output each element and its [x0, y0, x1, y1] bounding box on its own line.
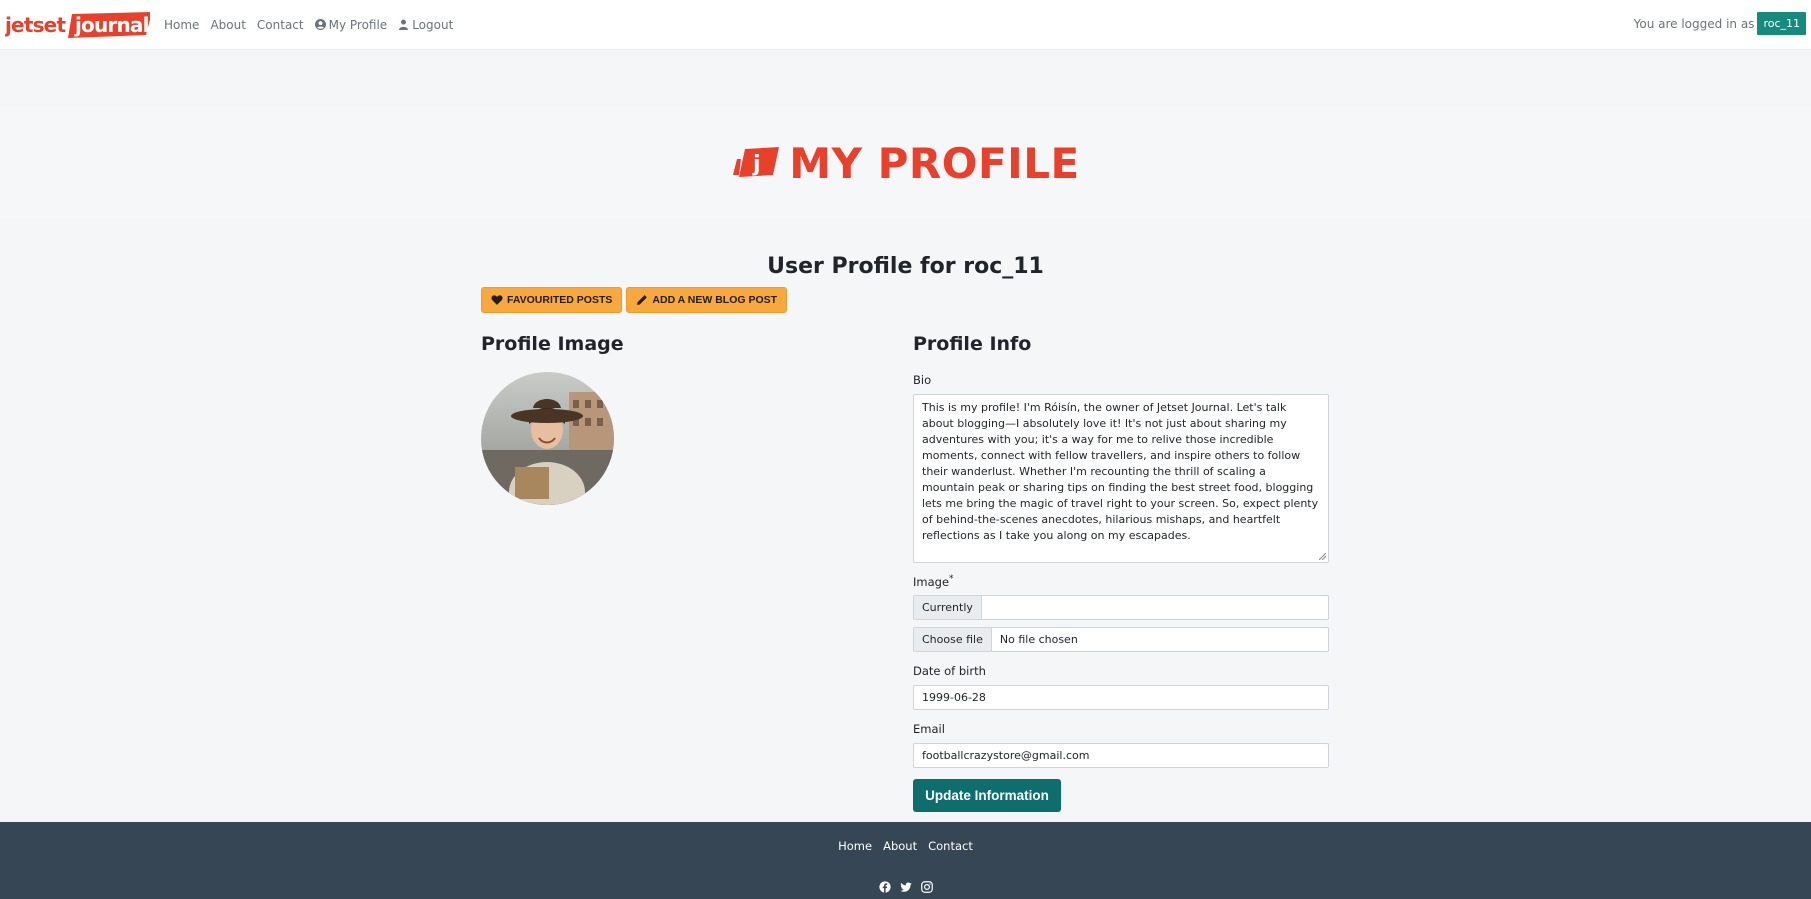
nav-home-label: Home — [164, 17, 200, 32]
login-text: You are logged in as — [1633, 16, 1755, 31]
login-status: You are logged in as roc_11 — [1634, 12, 1806, 35]
choose-file-button[interactable]: Choose file — [914, 628, 992, 651]
brand-mark-icon: j — [733, 147, 780, 177]
navbar: jetset journal Home About Contact My Pro… — [0, 0, 1811, 50]
footer-home-link[interactable]: Home — [838, 839, 872, 853]
user-icon — [399, 19, 409, 30]
required-mark: * — [949, 574, 954, 584]
avatar — [481, 372, 614, 505]
resize-grip-icon[interactable] — [1319, 553, 1326, 560]
user-circle-icon — [314, 19, 326, 30]
heart-icon — [491, 295, 503, 305]
page-title: User Profile for roc_11 — [767, 254, 1044, 279]
favourited-posts-button[interactable]: FAVOURITED POSTS — [481, 287, 623, 313]
dob-label: Date of birth — [913, 664, 986, 678]
profile-info-title: Profile Info — [913, 333, 1032, 355]
current-image-value[interactable] — [982, 596, 1328, 619]
username-badge: roc_11 — [1757, 12, 1806, 35]
footer-contact-link[interactable]: Contact — [928, 839, 973, 853]
nav-contact-label: Contact — [256, 17, 304, 32]
brand-logo[interactable]: jetset journal — [5, 10, 150, 40]
nav-about[interactable]: About — [210, 18, 245, 32]
footer: Home About Contact — [0, 822, 1811, 899]
svg-text:journal: journal — [74, 13, 149, 37]
bio-text: This is my profile! I'm Róisín, the owne… — [922, 401, 1319, 542]
currently-addon: Currently — [914, 596, 982, 619]
footer-about-link[interactable]: About — [883, 839, 917, 853]
dob-input[interactable]: 1999-06-28 — [913, 685, 1329, 710]
facebook-icon[interactable] — [878, 881, 891, 893]
image-label: Image* — [913, 574, 954, 589]
nav-my-profile-label: My Profile — [328, 17, 388, 32]
update-information-button[interactable]: Update Information — [913, 779, 1061, 812]
file-status-text: No file chosen — [999, 633, 1078, 646]
nav-my-profile[interactable]: My Profile — [314, 17, 388, 32]
brand-mark-letter: j — [752, 152, 761, 177]
email-label: Email — [913, 722, 945, 736]
bio-label: Bio — [913, 373, 932, 387]
favourited-posts-label: FAVOURITED POSTS — [507, 294, 613, 306]
current-image-field: Currently — [913, 595, 1329, 620]
nav-about-label: About — [210, 17, 246, 32]
nav-logout[interactable]: Logout — [398, 18, 453, 32]
pencil-icon — [637, 295, 648, 305]
hero-title: MY PROFILE — [789, 138, 1080, 188]
nav-home[interactable]: Home — [164, 18, 199, 32]
instagram-icon[interactable] — [920, 881, 933, 893]
add-blog-post-button[interactable]: ADD A NEW BLOG POST — [626, 287, 788, 313]
nav-contact[interactable]: Contact — [257, 18, 304, 32]
nav-logout-label: Logout — [412, 17, 454, 32]
hero-banner: j MY PROFILE — [0, 107, 1811, 219]
bio-textarea[interactable]: This is my profile! I'm Róisín, the owne… — [913, 394, 1329, 563]
image-label-text: Image — [913, 574, 950, 589]
svg-text:jetset: jetset — [5, 13, 66, 37]
profile-image-title: Profile Image — [481, 333, 624, 355]
add-blog-post-label: ADD A NEW BLOG POST — [652, 294, 778, 306]
twitter-icon[interactable] — [899, 881, 912, 893]
email-input[interactable]: footballcrazystore@gmail.com — [913, 743, 1329, 768]
file-input[interactable]: Choose file No file chosen — [913, 627, 1329, 652]
